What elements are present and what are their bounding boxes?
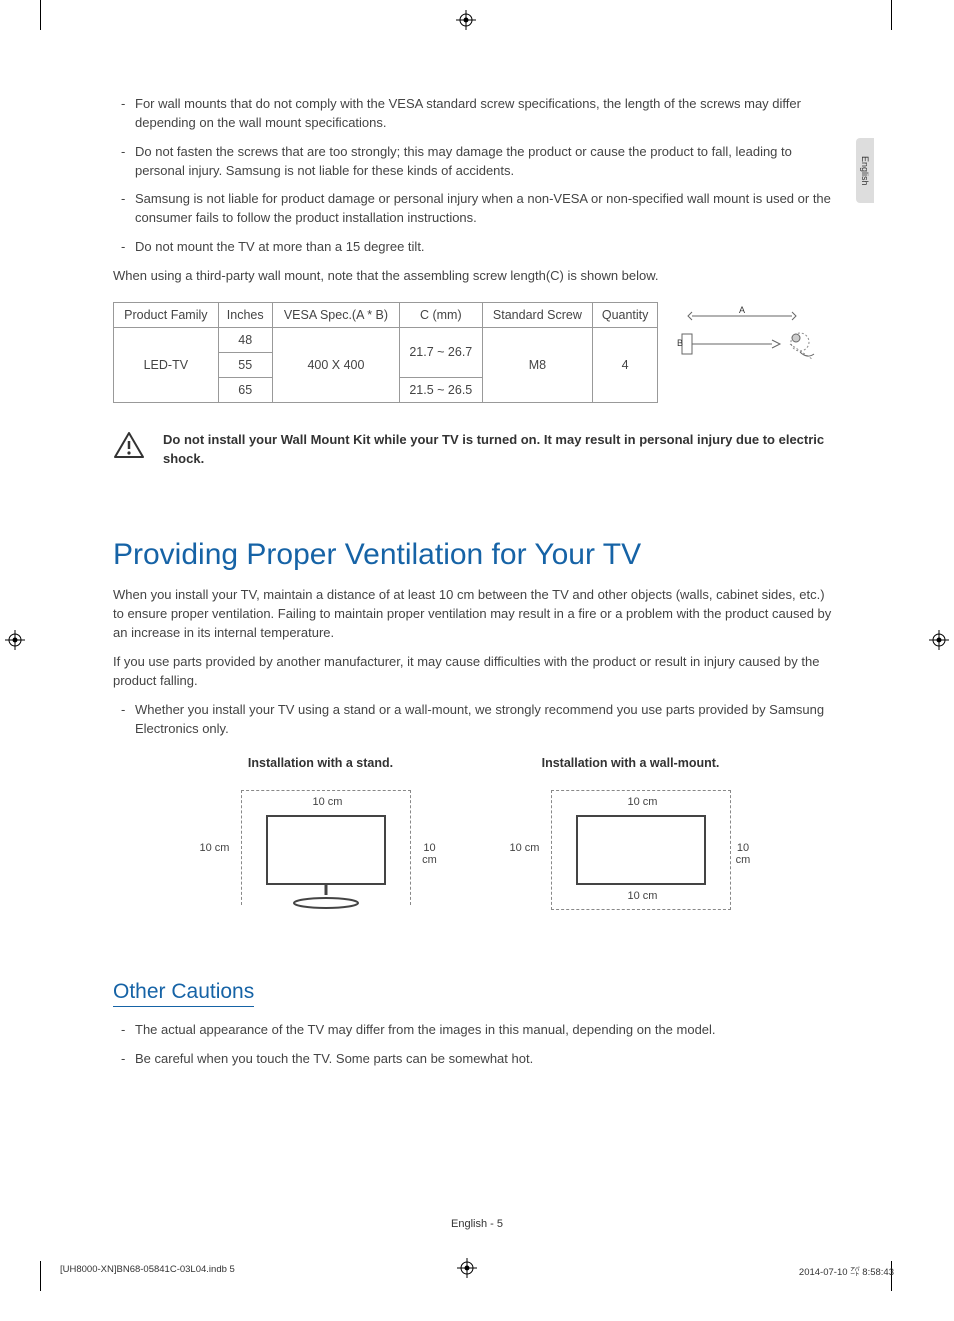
table-cell: 48	[218, 327, 272, 352]
table-header: Inches	[218, 302, 272, 327]
screw-dimension-diagram: A B	[672, 304, 822, 384]
footer-file-info: [UH8000-XN]BN68-05841C-03L04.indb 5	[60, 1264, 235, 1275]
table-cell: 65	[218, 377, 272, 402]
table-cell: 55	[218, 352, 272, 377]
ventilation-para-2: If you use parts provided by another man…	[113, 653, 838, 691]
other-cautions-heading: Other Cautions	[113, 980, 254, 1007]
table-header: Standard Screw	[482, 302, 593, 327]
dim-label: 10 cm	[311, 796, 345, 808]
warning-text: Do not install your Wall Mount Kit while…	[163, 431, 838, 469]
table-header: C (mm)	[400, 302, 482, 327]
dim-label: 10 cm	[626, 796, 660, 808]
warning-icon	[113, 431, 145, 464]
dim-label-b: B	[677, 338, 683, 348]
dim-label: 10 cm	[731, 842, 756, 866]
install-stand-diagram: Installation with a stand. 10 cm 10 cm 1…	[196, 756, 446, 930]
vesa-spec-table: Product Family Inches VESA Spec.(A * B) …	[113, 302, 658, 403]
registration-mark-icon	[929, 630, 949, 650]
list-item: For wall mounts that do not comply with …	[113, 95, 838, 133]
dim-label-a: A	[739, 305, 745, 315]
diagram-caption: Installation with a wall-mount.	[506, 756, 756, 770]
warning-block: Do not install your Wall Mount Kit while…	[113, 431, 838, 469]
diagram-caption: Installation with a stand.	[196, 756, 446, 770]
install-wall-diagram: Installation with a wall-mount. 10 cm 10…	[506, 756, 756, 930]
ventilation-bullets: Whether you install your TV using a stan…	[113, 701, 838, 739]
table-header: Quantity	[593, 302, 658, 327]
third-party-note: When using a third-party wall mount, not…	[113, 267, 838, 286]
other-cautions-list: The actual appearance of the TV may diff…	[113, 1021, 838, 1069]
table-header: VESA Spec.(A * B)	[272, 302, 399, 327]
crop-mark	[40, 1261, 41, 1291]
page-footer: English - 5	[0, 1218, 954, 1230]
table-cell: 400 X 400	[272, 327, 399, 402]
dim-label: 10 cm	[198, 842, 232, 854]
list-item: Be careful when you touch the TV. Some p…	[113, 1050, 838, 1069]
registration-mark-icon	[5, 630, 25, 650]
dim-label: 10 cm	[508, 842, 542, 854]
footer-timestamp: 2014-07-10 ㌀ 8:58:43	[799, 1264, 894, 1278]
table-cell: 4	[593, 327, 658, 402]
list-item: The actual appearance of the TV may diff…	[113, 1021, 838, 1040]
crop-mark	[891, 0, 892, 30]
wall-mount-notes-list: For wall mounts that do not comply with …	[113, 95, 838, 257]
list-item: Samsung is not liable for product damage…	[113, 190, 838, 228]
table-cell: LED-TV	[114, 327, 219, 402]
table-cell: M8	[482, 327, 593, 402]
ventilation-para-1: When you install your TV, maintain a dis…	[113, 586, 838, 643]
tv-stand-icon	[291, 885, 361, 910]
ventilation-heading: Providing Proper Ventilation for Your TV	[113, 538, 838, 572]
dim-label: 10 cm	[626, 890, 660, 902]
language-tab: English	[856, 138, 874, 203]
page-content: For wall mounts that do not comply with …	[113, 95, 838, 1079]
table-header: Product Family	[114, 302, 219, 327]
table-cell: 21.7 ~ 26.7	[400, 327, 482, 377]
list-item: Do not mount the TV at more than a 15 de…	[113, 238, 838, 257]
list-item: Whether you install your TV using a stan…	[113, 701, 838, 739]
registration-mark-icon	[457, 1258, 477, 1283]
crop-mark	[40, 0, 41, 30]
dim-label: 10 cm	[414, 842, 446, 866]
table-cell: 21.5 ~ 26.5	[400, 377, 482, 402]
list-item: Do not fasten the screws that are too st…	[113, 143, 838, 181]
registration-mark-icon	[456, 10, 476, 30]
